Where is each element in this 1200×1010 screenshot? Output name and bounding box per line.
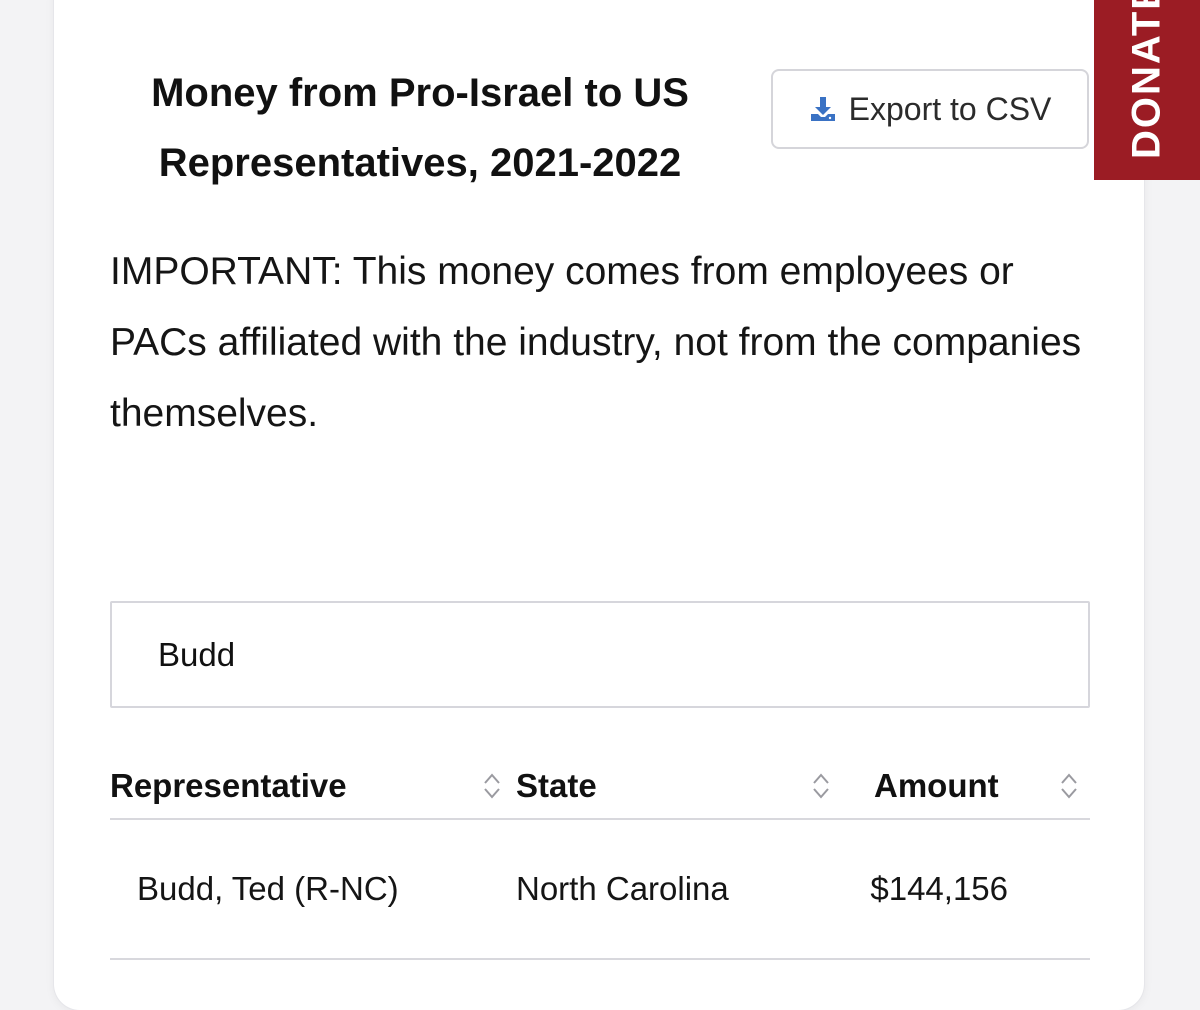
column-header-label: Amount bbox=[874, 767, 999, 804]
search-input[interactable] bbox=[110, 601, 1090, 708]
sort-arrows-icon bbox=[484, 773, 500, 799]
donate-label: DONATE bbox=[1124, 0, 1169, 159]
results-table: Representative State Amount Budd, Ted (R… bbox=[110, 754, 1090, 960]
export-csv-label: Export to CSV bbox=[848, 90, 1052, 127]
cell-state: North Carolina bbox=[516, 819, 859, 960]
sort-arrows-icon bbox=[1061, 773, 1077, 799]
column-header-representative[interactable]: Representative bbox=[110, 754, 516, 820]
export-csv-button[interactable]: Export to CSV bbox=[771, 69, 1089, 149]
donate-tab[interactable]: DONATE bbox=[1094, 0, 1200, 180]
download-icon bbox=[810, 97, 835, 121]
column-header-amount[interactable]: Amount bbox=[859, 754, 1090, 820]
important-notice: IMPORTANT: This money comes from employe… bbox=[110, 250, 1082, 435]
cell-amount: $144,156 bbox=[859, 819, 1090, 960]
table-row: Budd, Ted (R-NC) North Carolina $144,156 bbox=[110, 819, 1090, 960]
cell-representative: Budd, Ted (R-NC) bbox=[110, 819, 516, 960]
page-title: Money from Pro-Israel to US Representati… bbox=[151, 71, 689, 185]
column-header-label: State bbox=[516, 767, 597, 804]
table-header-row: Representative State Amount bbox=[110, 754, 1090, 820]
column-header-label: Representative bbox=[110, 767, 347, 804]
column-header-state[interactable]: State bbox=[516, 754, 859, 820]
sort-arrows-icon bbox=[813, 773, 829, 799]
